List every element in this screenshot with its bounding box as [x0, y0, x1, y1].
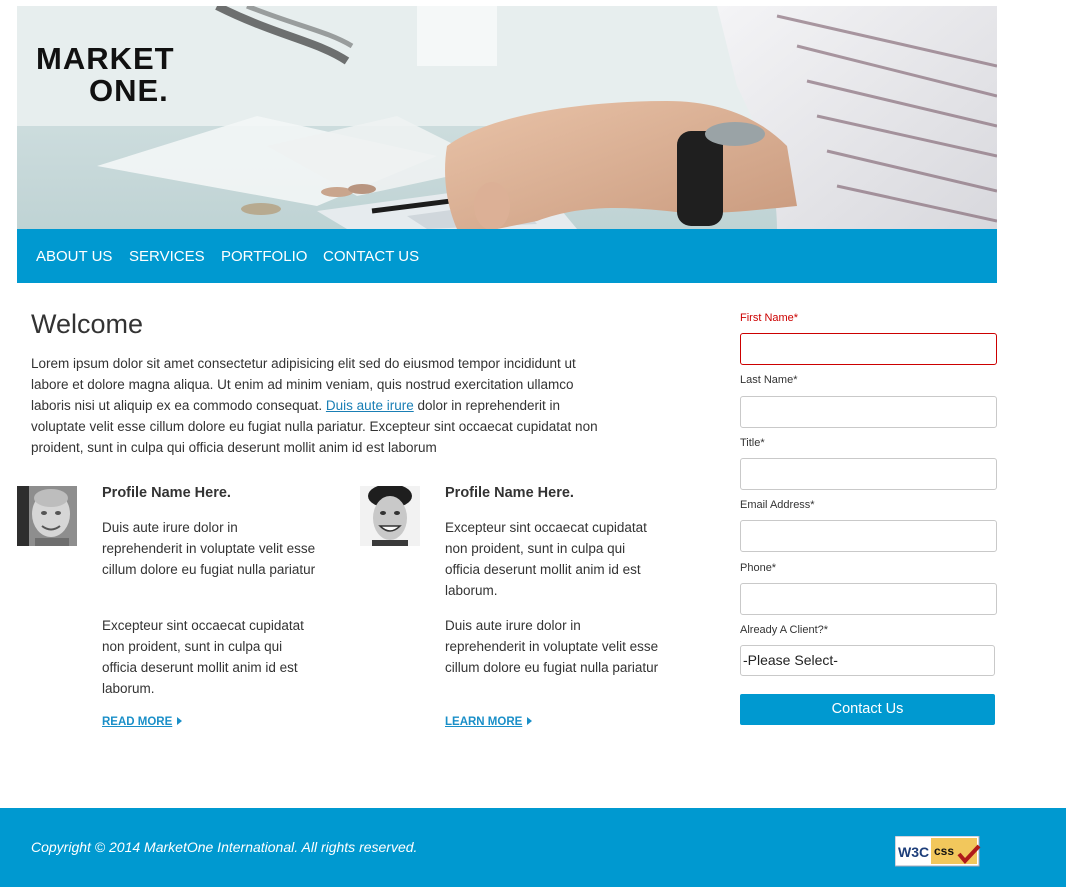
copyright-text: Copyright © 2014 MarketOne International…: [31, 839, 418, 855]
caret-right-icon: [527, 717, 533, 725]
first-name-field[interactable]: [740, 333, 997, 365]
profile-paragraph: Excepteur sint occaecat cupidatat non pr…: [102, 618, 304, 696]
profile-name: Profile Name Here.: [102, 485, 231, 501]
svg-text:W3C: W3C: [898, 844, 929, 860]
page-title: Welcome: [31, 309, 144, 339]
marketone-logo[interactable]: MARKET ONE.: [36, 43, 196, 107]
profile-photo-icon: [360, 486, 420, 546]
profile-photo-icon: [17, 486, 77, 546]
profile-paragraph: Duis aute irure dolor in reprehenderit i…: [102, 520, 316, 577]
caret-right-icon: [177, 717, 183, 725]
logo-line-2: ONE.: [89, 73, 169, 108]
hero-banner: MARKET ONE.: [17, 6, 997, 229]
client-select[interactable]: -Please Select-: [740, 645, 995, 676]
title-field[interactable]: [740, 458, 997, 490]
phone-field[interactable]: [740, 583, 997, 615]
footer: Copyright © 2014 MarketOne International…: [0, 808, 1066, 887]
contact-us-button[interactable]: Contact Us: [740, 694, 995, 725]
nav-item-portfolio[interactable]: PORTFOLIO: [221, 248, 307, 265]
w3c-css-badge-icon[interactable]: W3C css: [895, 836, 981, 868]
client-select-value: -Please Select-: [743, 652, 838, 668]
intro-paragraph: Lorem ipsum dolor sit amet consectetur a…: [31, 353, 611, 458]
email-field[interactable]: [740, 520, 997, 552]
logo-line-1: MARKET: [36, 41, 175, 76]
email-label: Email Address*: [740, 499, 815, 511]
last-name-label: Last Name*: [740, 374, 798, 386]
profile-paragraph: Duis aute irure dolor in reprehenderit i…: [445, 618, 659, 675]
hero-photo: [17, 6, 997, 229]
read-more-link[interactable]: READ MORE: [102, 716, 183, 728]
nav-item-contact-us[interactable]: CONTACT US: [323, 248, 419, 265]
nav-item-about-us[interactable]: ABOUT US: [36, 248, 112, 265]
client-label: Already A Client?*: [740, 624, 829, 636]
profile-avatar: [17, 486, 77, 546]
learn-more-link[interactable]: LEARN MORE: [445, 716, 533, 728]
profile-paragraph: Excepteur sint occaecat cupidatat non pr…: [445, 520, 647, 598]
read-more-label: READ MORE: [102, 716, 173, 728]
profile-name: Profile Name Here.: [445, 485, 574, 501]
profile-avatar: [360, 486, 420, 546]
svg-text:css: css: [934, 844, 954, 858]
phone-label: Phone*: [740, 562, 777, 574]
first-name-label: First Name*: [740, 312, 799, 324]
learn-more-label: LEARN MORE: [445, 716, 523, 728]
title-label: Title*: [740, 437, 765, 449]
last-name-field[interactable]: [740, 396, 997, 428]
main-nav: ABOUT US SERVICES PORTFOLIO CONTACT US: [17, 229, 997, 283]
intro-link[interactable]: Duis aute irure: [326, 398, 414, 413]
nav-item-services[interactable]: SERVICES: [129, 248, 205, 265]
